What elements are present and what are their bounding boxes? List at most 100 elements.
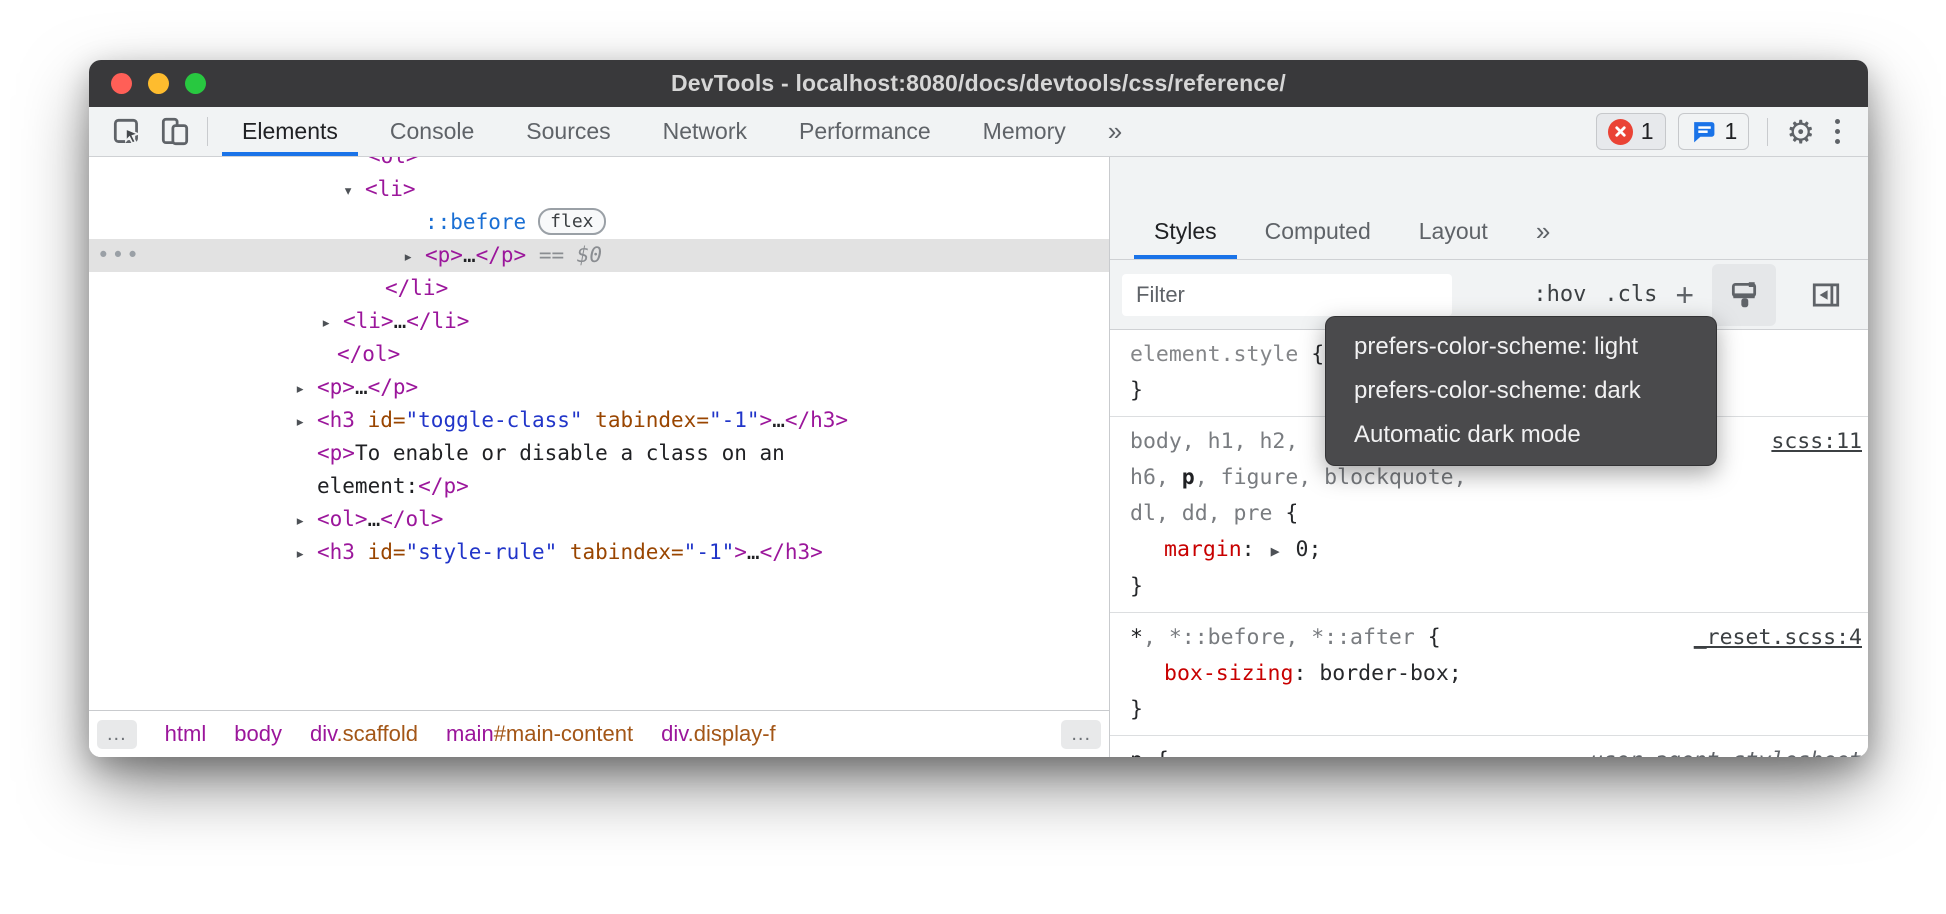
sidebar-tab-computed[interactable]: Computed — [1241, 203, 1395, 259]
token: margin — [1164, 537, 1242, 562]
tree-row[interactable]: element:</p> — [89, 470, 1109, 503]
token: … — [394, 309, 407, 333]
tab-memory[interactable]: Memory — [957, 107, 1092, 156]
css-rule[interactable]: user agent stylesheetp { — [1110, 736, 1868, 757]
breadcrumb-item[interactable]: body — [234, 721, 282, 747]
issues-icon — [1690, 118, 1717, 145]
token: … — [772, 408, 785, 432]
token: <ol> — [317, 507, 368, 531]
rendering-emulation-button[interactable] — [1712, 264, 1776, 326]
flex-badge[interactable]: flex — [538, 208, 605, 235]
token: <li> — [365, 177, 416, 201]
expand-arrow-icon[interactable]: ▸ — [295, 373, 317, 406]
token: </h3> — [760, 540, 823, 564]
tab-console[interactable]: Console — [364, 107, 500, 156]
token: , *::before, *::after — [1143, 625, 1428, 650]
expand-arrow-icon[interactable]: ▸ — [403, 241, 425, 274]
settings-gear-icon[interactable]: ⚙ — [1786, 117, 1815, 147]
tab-sources[interactable]: Sources — [500, 107, 636, 156]
crumb-tag: div — [310, 721, 337, 746]
token: </h3> — [785, 408, 848, 432]
collapse-arrow-icon[interactable]: ▾ — [343, 175, 365, 208]
more-tabs-button[interactable]: » — [1092, 107, 1138, 156]
token: body, h1, h2, — [1130, 429, 1298, 454]
zoom-window-button[interactable] — [185, 73, 206, 94]
breadcrumb-overflow-left[interactable]: ... — [97, 720, 137, 749]
sidebar-tab-styles[interactable]: Styles — [1130, 203, 1241, 259]
crumb-tag: div — [661, 721, 688, 746]
expand-arrow-icon[interactable]: ▸ — [295, 406, 317, 439]
css-rule[interactable]: _reset.scss:4*, *::before, *::after {box… — [1110, 613, 1868, 736]
expand-arrow-icon[interactable]: ▸ — [321, 307, 343, 340]
breadcrumb-item[interactable]: html — [165, 721, 207, 747]
token: </p> — [418, 474, 469, 498]
tree-row[interactable]: ▸<h3 id="style-rule" tabindex="-1">…</h3… — [89, 536, 1109, 569]
toolbar-separator — [207, 117, 208, 146]
token: > — [734, 540, 747, 564]
toolbar-separator — [1767, 118, 1768, 146]
kebab-menu-icon[interactable] — [1827, 119, 1848, 144]
tree-row[interactable]: <p>To enable or disable a class on an — [89, 437, 1109, 470]
tree-row[interactable]: ▸<h3 id="toggle-class" tabindex="-1">…</… — [89, 404, 1109, 437]
title-bar: DevTools - localhost:8080/docs/devtools/… — [89, 60, 1868, 107]
issues-badge[interactable]: 1 — [1678, 113, 1750, 150]
dropdown-item[interactable]: prefers-color-scheme: dark — [1326, 377, 1716, 405]
token: h6, — [1130, 465, 1182, 490]
breadcrumb-item[interactable]: div.scaffold — [310, 721, 418, 747]
inspect-element-icon[interactable] — [103, 107, 151, 156]
breadcrumb-item[interactable]: div.display-f — [661, 721, 776, 747]
dropdown-item[interactable]: Automatic dark mode — [1326, 421, 1716, 449]
tab-elements[interactable]: Elements — [216, 107, 364, 156]
sidebar-more-tabs-button[interactable]: » — [1512, 203, 1574, 259]
toggle-sidebar-button[interactable] — [1794, 264, 1858, 326]
error-count: 1 — [1641, 118, 1654, 145]
tree-row[interactable]: </ol> — [89, 338, 1109, 371]
tab-performance[interactable]: Performance — [773, 107, 957, 156]
breadcrumb-overflow-right[interactable]: ... — [1061, 720, 1101, 749]
expand-arrow-icon[interactable]: ▸ — [295, 505, 317, 538]
tree-row[interactable]: •••▸<p>…</p> == $0 — [89, 239, 1109, 272]
tree-row[interactable]: ▸<li>…</li> — [89, 305, 1109, 338]
traffic-lights — [111, 60, 206, 107]
token: <ol> — [368, 157, 419, 168]
new-style-rule-button[interactable]: + — [1675, 280, 1694, 310]
token: 0; — [1283, 537, 1322, 562]
token: <p> — [317, 375, 355, 399]
token: </ol> — [380, 507, 443, 531]
token: element.style — [1130, 342, 1298, 367]
pseudo-state-button[interactable]: :hov — [1533, 282, 1586, 307]
close-window-button[interactable] — [111, 73, 132, 94]
filter-input[interactable] — [1122, 274, 1452, 316]
crumb-suffix: .scaffold — [336, 721, 418, 746]
breadcrumb: ...htmlbodydiv.scaffoldmain#main-content… — [89, 710, 1109, 757]
tree-row[interactable]: ▸<p>…</p> — [89, 371, 1109, 404]
minimize-window-button[interactable] — [148, 73, 169, 94]
stylesheet-link[interactable]: _reset.scss:4 — [1694, 620, 1862, 656]
tree-row[interactable]: </li> — [89, 272, 1109, 305]
token: == — [526, 243, 577, 267]
dropdown-item[interactable]: prefers-color-scheme: light — [1326, 333, 1716, 361]
tree-row[interactable]: ▸<ol>…</ol> — [89, 503, 1109, 536]
row-options-dots[interactable]: ••• — [97, 239, 141, 272]
tree-row[interactable]: ::beforeflex — [89, 206, 1109, 239]
expand-arrow-icon[interactable]: ▸ — [295, 538, 317, 571]
token: … — [463, 243, 476, 267]
sidebar-tab-layout[interactable]: Layout — [1395, 203, 1512, 259]
token: "-1" — [709, 408, 760, 432]
breadcrumb-item[interactable]: main#main-content — [446, 721, 633, 747]
token: … — [355, 375, 368, 399]
element-class-button[interactable]: .cls — [1604, 282, 1657, 307]
tab-network[interactable]: Network — [637, 107, 773, 156]
token: id= — [355, 540, 406, 564]
tree-row[interactable]: <ol> — [89, 157, 1109, 173]
dom-tree: <ol>▾<li>::beforeflex•••▸<p>…</p> == $0<… — [89, 157, 1109, 710]
token: } — [1130, 378, 1143, 403]
stylesheet-link[interactable]: scss:11 — [1771, 424, 1862, 460]
error-badge[interactable]: 1 — [1596, 113, 1666, 150]
device-toolbar-icon[interactable] — [151, 107, 199, 156]
token: <h3 — [317, 408, 355, 432]
token: p — [1182, 465, 1195, 490]
tree-row[interactable]: ▾<li> — [89, 173, 1109, 206]
token: element: — [317, 474, 418, 498]
color-scheme-dropdown: prefers-color-scheme: light prefers-color… — [1325, 316, 1717, 466]
